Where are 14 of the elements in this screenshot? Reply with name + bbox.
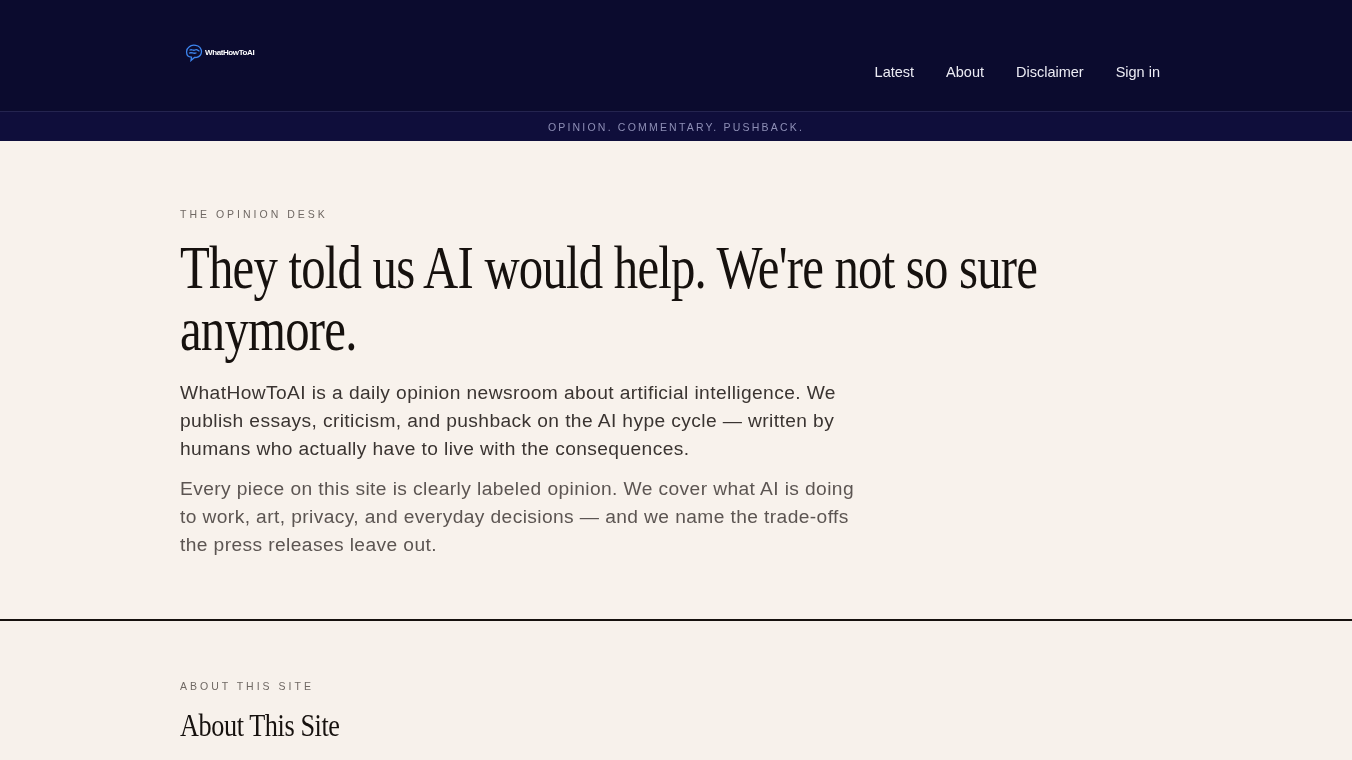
section-heading: About This Site (180, 707, 340, 743)
tagline-text: OPINION. COMMENTARY. PUSHBACK. (547, 120, 805, 133)
nav-link[interactable]: Disclaimer (1016, 62, 1084, 82)
nav-link[interactable]: About (946, 62, 984, 82)
section-eyebrow: ABOUT THIS SITE (180, 679, 314, 693)
logo-wordmark: WhatHowToAI (205, 48, 255, 58)
section-eyebrow: THE OPINION DESK (180, 207, 328, 221)
nav-link[interactable]: Sign in (1115, 62, 1160, 82)
site-logo[interactable]: WhatHowToAI (185, 44, 255, 62)
hero-headline: They told us AI would help. We're not so sure anymore. (180, 237, 1039, 361)
intro-paragraph: Every piece on this site is clearly labeled opinion. We cover what AI is doing to work, art, privacy, and everyday decisions — and we name the trade-offs the press releases leave out. (180, 477, 855, 557)
nav-link[interactable]: Latest (874, 62, 915, 82)
speech-bubble-icon (185, 44, 203, 62)
intro-paragraph: WhatHowToAI is a daily opinion newsroom about artificial intelligence. We publish essays, criticism, and pushback on the AI hype cycle — written by humans who actually have to live with the consequences. (180, 381, 837, 461)
